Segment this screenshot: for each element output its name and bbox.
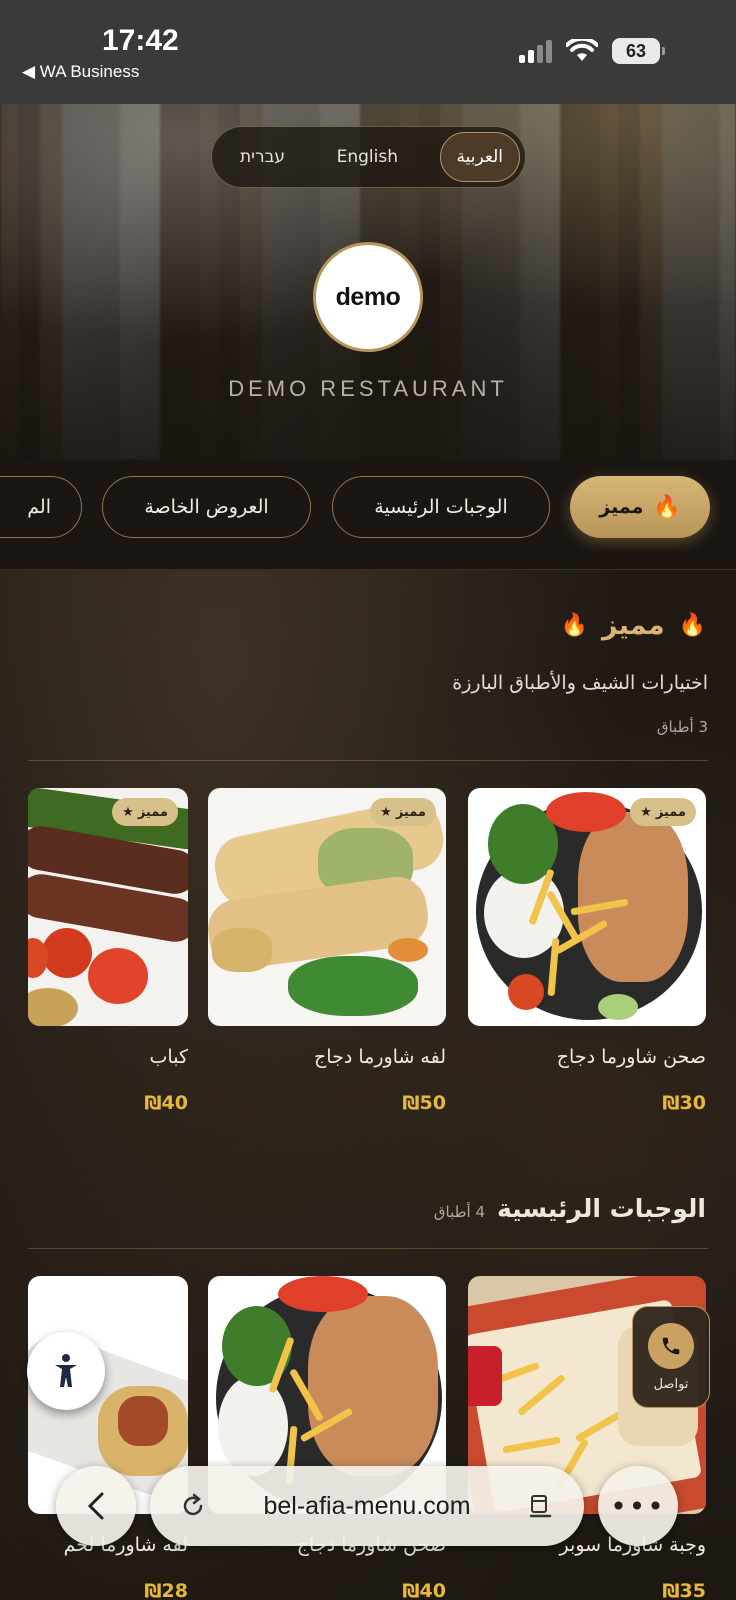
browser-toolbar: bel-afia-menu.com ••• bbox=[0, 1462, 736, 1600]
status-bar: 17:42 ◀ WA Business 63 bbox=[0, 0, 736, 104]
featured-dish-count: 3 أطباق bbox=[656, 718, 708, 736]
featured-title-text: مميز bbox=[601, 610, 665, 641]
product-name: لفه شاورما دجاج bbox=[314, 1046, 446, 1068]
section-divider bbox=[28, 760, 708, 761]
product-image-shawarma-plate: مميز ★ bbox=[468, 788, 706, 1026]
product-card[interactable]: مميز ★ كباب ₪40 bbox=[28, 788, 188, 1114]
product-name: صحن شاورما دجاج bbox=[556, 1046, 706, 1068]
reader-icon[interactable] bbox=[528, 1493, 554, 1519]
category-tabs: مميز 🔥 الوجبات الرئيسية العروض الخاصة ال… bbox=[0, 460, 736, 570]
accessibility-icon bbox=[55, 1354, 77, 1387]
badge-label: مميز bbox=[395, 804, 426, 820]
wifi-icon bbox=[566, 39, 598, 61]
category-tab-label: العروض الخاصة bbox=[144, 496, 269, 518]
phone-icon bbox=[648, 1322, 694, 1369]
category-tab-label: الوجبات الرئيسية bbox=[374, 496, 508, 518]
browser-more-button[interactable]: ••• bbox=[598, 1466, 678, 1546]
flame-icon: 🔥 bbox=[560, 613, 588, 638]
category-tab-featured[interactable]: مميز 🔥 bbox=[570, 476, 710, 538]
browser-back-button[interactable] bbox=[56, 1466, 136, 1546]
badge-label: مميز bbox=[137, 804, 168, 820]
product-card[interactable]: مميز ★ صحن شاورما دجاج ₪30 bbox=[468, 788, 706, 1114]
accessibility-button[interactable] bbox=[27, 1332, 105, 1410]
logo-text: demo bbox=[335, 282, 401, 311]
main-meals-title-text: الوجبات الرئيسية bbox=[497, 1194, 706, 1223]
main-meals-section-title: الوجبات الرئيسية 4 أطباق bbox=[434, 1194, 706, 1223]
flame-icon: 🔥 bbox=[678, 613, 706, 638]
category-tab-label: مميز bbox=[599, 496, 644, 518]
battery-indicator: 63 bbox=[612, 38, 665, 64]
star-icon: ★ bbox=[640, 804, 652, 820]
product-price: ₪50 bbox=[402, 1092, 446, 1114]
section-divider bbox=[28, 1248, 708, 1249]
category-tab-main-meals[interactable]: الوجبات الرئيسية bbox=[332, 476, 550, 538]
star-icon: ★ bbox=[380, 804, 392, 820]
product-price: ₪30 bbox=[662, 1092, 706, 1114]
lang-option-hebrew[interactable]: עברית bbox=[230, 132, 295, 182]
chevron-left-icon bbox=[87, 1492, 104, 1520]
featured-subtitle: اختيارات الشيف والأطباق البارزة bbox=[452, 672, 708, 694]
contact-label: تواصل bbox=[653, 1376, 689, 1392]
status-time: 17:42 bbox=[102, 24, 179, 57]
product-card[interactable]: مميز ★ لفه شاورما دجاج ₪50 bbox=[208, 788, 446, 1114]
category-tab-more[interactable]: الم bbox=[0, 476, 82, 538]
featured-section-title: 🔥 مميز 🔥 bbox=[561, 610, 706, 641]
category-tab-label: الم bbox=[27, 496, 51, 518]
featured-badge: مميز ★ bbox=[112, 798, 178, 826]
badge-label: مميز bbox=[655, 804, 686, 820]
featured-badge: مميز ★ bbox=[370, 798, 436, 826]
product-name: كباب bbox=[149, 1046, 188, 1068]
contact-button[interactable]: تواصل bbox=[632, 1306, 710, 1408]
url-text: bel-afia-menu.com bbox=[263, 1491, 471, 1520]
featured-badge: مميز ★ bbox=[630, 798, 696, 826]
restaurant-name: DEMO RESTAURANT bbox=[228, 376, 508, 401]
lang-option-english[interactable]: English bbox=[327, 132, 408, 182]
lang-option-arabic[interactable]: العربية bbox=[439, 132, 520, 182]
restaurant-logo: demo bbox=[313, 242, 423, 352]
back-to-app-link[interactable]: ◀ WA Business bbox=[22, 62, 139, 82]
flame-icon: 🔥 bbox=[653, 494, 681, 520]
language-switcher: עברית English العربية bbox=[211, 126, 526, 188]
status-icons: 63 bbox=[519, 38, 665, 64]
category-tab-special-offers[interactable]: العروض الخاصة bbox=[102, 476, 311, 538]
cellular-signal-icon bbox=[519, 39, 552, 63]
url-bar[interactable]: bel-afia-menu.com bbox=[150, 1466, 584, 1546]
product-image-kebab: مميز ★ bbox=[28, 788, 188, 1026]
reload-icon[interactable] bbox=[180, 1493, 206, 1519]
more-icon: ••• bbox=[610, 1489, 666, 1523]
product-price: ₪40 bbox=[144, 1092, 188, 1114]
product-image-chicken-shawarma-wrap: مميز ★ bbox=[208, 788, 446, 1026]
star-icon: ★ bbox=[122, 804, 134, 820]
main-meals-dish-count: 4 أطباق bbox=[433, 1203, 486, 1221]
